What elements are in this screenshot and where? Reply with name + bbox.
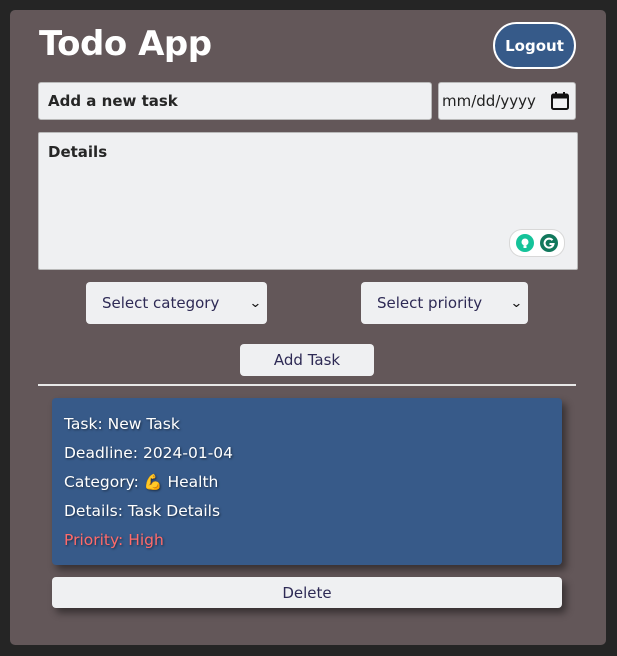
deadline-date-input[interactable]: mm/dd/yyyy <box>438 82 576 120</box>
category-select[interactable]: Select category ⌄ <box>86 282 267 324</box>
date-placeholder: mm/dd/yyyy <box>442 92 536 110</box>
task-deadline-line: Deadline: 2024-01-04 <box>64 443 550 472</box>
task-input[interactable]: Add a new task <box>38 82 432 120</box>
flexed-biceps-icon: 💪 <box>143 473 163 491</box>
details-placeholder: Details <box>48 143 108 161</box>
add-task-button[interactable]: Add Task <box>240 344 374 376</box>
task-name-line: Task: New Task <box>64 414 550 443</box>
task-details-value: Task Details <box>127 502 221 520</box>
divider <box>38 384 576 386</box>
chevron-down-icon: ⌄ <box>249 295 263 311</box>
task-category-value: Health <box>167 473 219 491</box>
grammarly-icon[interactable] <box>540 234 558 252</box>
task-priority-label: Priority: <box>64 531 124 549</box>
app-container: Todo App Logout Add a new task mm/dd/yyy… <box>10 10 606 645</box>
chevron-down-icon: ⌄ <box>510 295 524 311</box>
logout-button[interactable]: Logout <box>493 22 576 69</box>
lightbulb-icon[interactable] <box>516 234 534 252</box>
task-card: Task: New Task Deadline: 2024-01-04 Cate… <box>52 398 562 565</box>
details-textarea[interactable]: Details <box>38 132 578 270</box>
task-priority-value: High <box>128 531 164 549</box>
priority-select[interactable]: Select priority ⌄ <box>361 282 528 324</box>
task-deadline-value: 2024-01-04 <box>142 444 234 462</box>
page-title: Todo App <box>39 24 212 64</box>
delete-task-button[interactable]: Delete <box>52 577 562 608</box>
task-name-value: New Task <box>107 415 180 433</box>
calendar-icon[interactable] <box>550 91 570 111</box>
task-details-label: Details: <box>64 502 123 520</box>
grammarly-widget[interactable] <box>509 229 565 257</box>
task-priority-line: Priority: High <box>64 530 550 559</box>
task-deadline-label: Deadline: <box>64 444 139 462</box>
priority-select-value: Select priority <box>377 294 483 312</box>
task-input-placeholder: Add a new task <box>48 92 178 110</box>
task-name-label: Task: <box>64 415 103 433</box>
task-category-label: Category: <box>64 473 139 491</box>
category-select-value: Select category <box>102 294 220 312</box>
task-category-line: Category: 💪 Health <box>64 472 550 501</box>
task-details-line: Details: Task Details <box>64 501 550 530</box>
